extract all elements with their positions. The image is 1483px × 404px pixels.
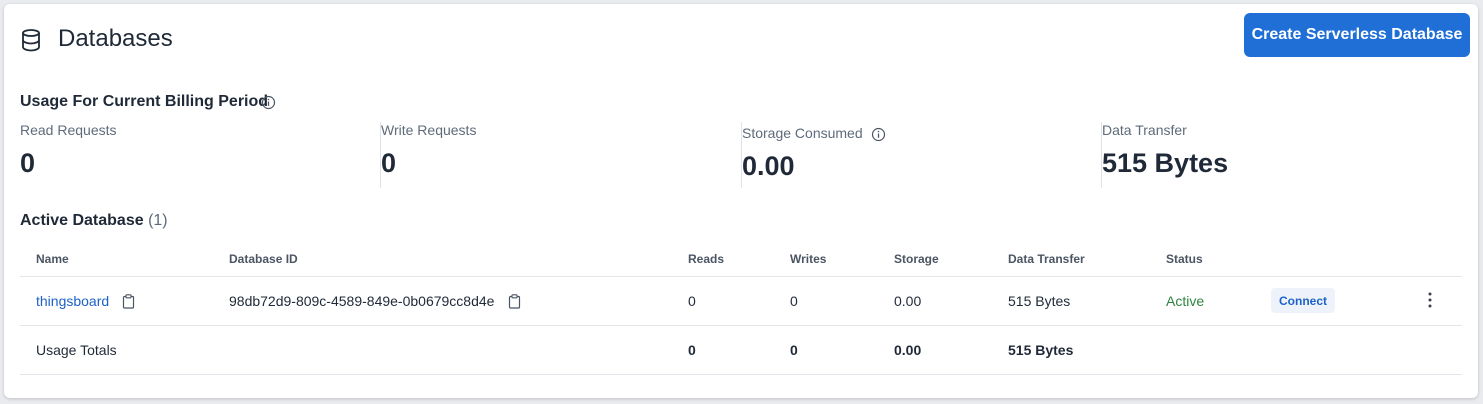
connect-button[interactable]: Connect xyxy=(1271,288,1335,313)
more-options-icon[interactable] xyxy=(1422,290,1438,310)
create-serverless-database-button[interactable]: Create Serverless Database xyxy=(1244,13,1470,57)
totals-reads: 0 xyxy=(688,342,696,358)
clipboard-icon[interactable] xyxy=(122,294,135,309)
metric-write-requests: Write Requests 0 xyxy=(380,122,721,188)
column-header-writes[interactable]: Writes xyxy=(790,252,826,266)
page-title: Databases xyxy=(58,25,173,52)
database-id: 98db72d9-809c-4589-849e-0b0679cc8d4e xyxy=(229,293,495,309)
metric-label: Read Requests xyxy=(20,122,117,138)
active-database-count: (1) xyxy=(148,212,168,229)
table-divider xyxy=(20,325,1462,326)
metric-value: 0 xyxy=(20,148,36,178)
metric-data-transfer: Data Transfer 515 Bytes xyxy=(1101,122,1442,188)
usage-totals-label: Usage Totals xyxy=(36,342,117,358)
metric-value: 0.00 xyxy=(742,151,795,181)
metric-storage-consumed: Storage Consumed 0.00 xyxy=(741,122,1082,188)
info-icon[interactable] xyxy=(871,127,886,142)
metric-label: Data Transfer xyxy=(1102,122,1187,138)
row-storage: 0.00 xyxy=(894,293,922,309)
totals-writes: 0 xyxy=(790,342,798,358)
databases-card: Databases Create Serverless Database Usa… xyxy=(4,4,1478,398)
column-header-status[interactable]: Status xyxy=(1166,252,1203,266)
active-database-title: Active Database xyxy=(20,212,144,229)
column-header-data-transfer[interactable]: Data Transfer xyxy=(1008,252,1085,266)
status-badge: Active xyxy=(1166,293,1205,309)
totals-storage: 0.00 xyxy=(894,342,922,358)
column-header-database-id[interactable]: Database ID xyxy=(229,252,298,266)
clipboard-icon[interactable] xyxy=(508,294,521,309)
info-icon[interactable] xyxy=(261,95,276,110)
metric-label: Storage Consumed xyxy=(742,125,863,141)
active-database-heading: Active Database (1) xyxy=(20,212,168,230)
metric-value: 515 Bytes xyxy=(1102,148,1229,178)
column-header-name[interactable]: Name xyxy=(36,252,69,266)
row-data-transfer: 515 Bytes xyxy=(1008,293,1071,309)
metric-value: 0 xyxy=(381,148,397,178)
row-reads: 0 xyxy=(688,293,696,309)
table-divider xyxy=(20,374,1462,375)
database-name-link[interactable]: thingsboard xyxy=(36,293,109,309)
metric-label: Write Requests xyxy=(381,122,477,138)
row-writes: 0 xyxy=(790,293,798,309)
metric-read-requests: Read Requests 0 xyxy=(20,122,360,188)
usage-section-title: Usage For Current Billing Period xyxy=(20,93,269,110)
database-icon xyxy=(22,29,40,52)
column-header-storage[interactable]: Storage xyxy=(894,252,939,266)
totals-data-transfer: 515 Bytes xyxy=(1008,342,1074,358)
column-header-reads[interactable]: Reads xyxy=(688,252,724,266)
